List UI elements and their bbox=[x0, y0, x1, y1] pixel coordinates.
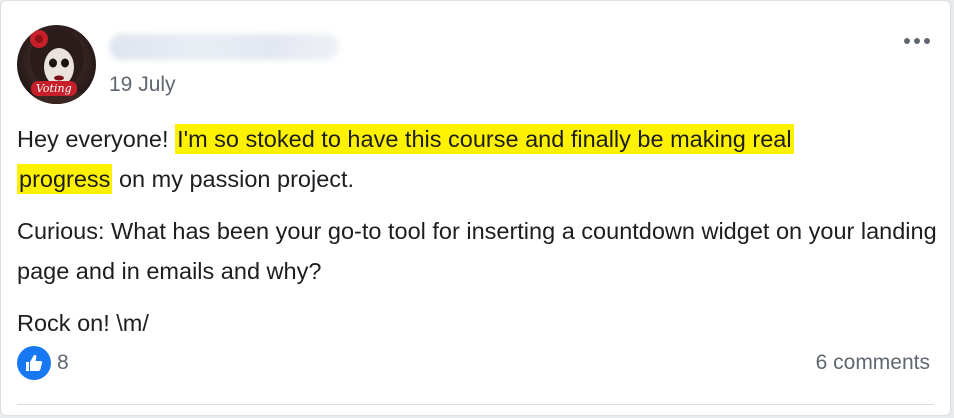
highlighted-text-2: progress bbox=[17, 164, 113, 194]
divider bbox=[17, 404, 934, 405]
more-options-icon[interactable] bbox=[898, 29, 936, 53]
reactions-summary[interactable]: 8 bbox=[17, 346, 69, 380]
paragraph-1-rest: on my passion project. bbox=[112, 166, 355, 192]
comments-count-link[interactable]: 6 comments bbox=[816, 351, 930, 375]
dot bbox=[924, 38, 930, 44]
post-card: Voting 19 July Hey everyone! I'm so stok… bbox=[0, 0, 951, 416]
highlighted-text-1: I'm so stoked to have this course and fi… bbox=[175, 124, 794, 154]
avatar[interactable]: Voting bbox=[17, 25, 96, 104]
like-count: 8 bbox=[57, 351, 69, 374]
dot bbox=[914, 38, 920, 44]
post-body: Hey everyone! I'm so stoked to have this… bbox=[17, 119, 942, 355]
post-date[interactable]: 19 July bbox=[109, 73, 176, 97]
paragraph-2: Curious: What has been your go-to tool f… bbox=[17, 218, 937, 284]
author-name-blurred[interactable] bbox=[109, 34, 339, 60]
paragraph-1: Hey everyone! I'm so stoked to have this… bbox=[17, 119, 942, 199]
dot bbox=[904, 38, 910, 44]
avatar-badge: Voting bbox=[31, 81, 77, 96]
paragraph-1-intro: Hey everyone! bbox=[17, 126, 176, 152]
thumbs-up-icon bbox=[17, 346, 51, 380]
paragraph-3: Rock on! \m/ bbox=[17, 310, 149, 336]
